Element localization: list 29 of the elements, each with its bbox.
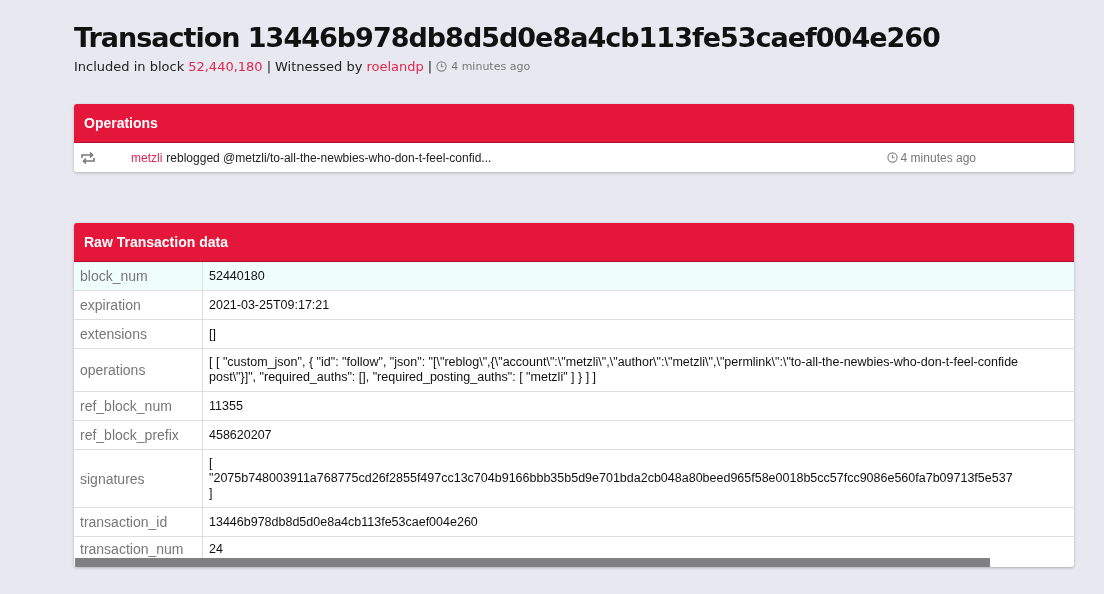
operation-text: reblogged @metzli/to-all-the-newbies-who-don-t-feel-confid...	[166, 150, 492, 165]
block-label: Included in block	[74, 59, 185, 74]
scrollbar[interactable]	[75, 558, 990, 567]
field-value: post\"}]", "required_auths": [], "required_posting_auths": [ "metzli" ] } ] ]	[209, 370, 598, 385]
field-value: [ [ "custom_json", { "id": "follow", "json": "[\"reblog\",{\"account\":\"metzli\",\"author\":\"metzli\",\"permlink\":\"to-all-the-newbies-who-don-t-feel-confide	[209, 355, 1019, 370]
witness-label: Witnessed by	[275, 59, 363, 74]
panel-header: Raw Transaction data	[74, 223, 1074, 262]
field-value: 11355	[209, 398, 243, 414]
field-value: 52440180	[209, 268, 265, 284]
field-value: "2075b748003911a768775cd26f2855f497cc13c704b9166bbb35b5d9e701bda2cb048a80beed965f58e0018b5cc57fcc9086e560fa7b09713f5e537	[209, 471, 1013, 486]
field-value: []	[209, 326, 216, 342]
clock-icon	[436, 61, 448, 72]
account-link[interactable]: metzli	[131, 150, 163, 165]
field-value: ]	[209, 486, 214, 501]
repeat-icon	[80, 150, 96, 165]
field-value: 458620207	[209, 427, 272, 443]
timestamp: 4 minutes ago	[900, 150, 976, 165]
field-value: 2021-03-25T09:17:21	[209, 297, 330, 313]
page-title: Transaction 13446b978db8d5d0e8a4cb113fe53caef004e260	[74, 22, 941, 53]
witness-link[interactable]: roelandp	[366, 59, 424, 74]
field-value: 24	[209, 541, 223, 557]
field-value: 13446b978db8d5d0e8a4cb113fe53caef004e260	[209, 514, 478, 530]
block-link[interactable]: 52,440,180	[188, 59, 263, 74]
separator: |	[266, 59, 271, 74]
timestamp: 4 minutes ago	[451, 60, 531, 73]
separator: |	[427, 59, 433, 74]
panel-header: Operations	[74, 104, 1074, 143]
field-value: [	[209, 456, 214, 471]
clock-icon	[886, 152, 898, 163]
